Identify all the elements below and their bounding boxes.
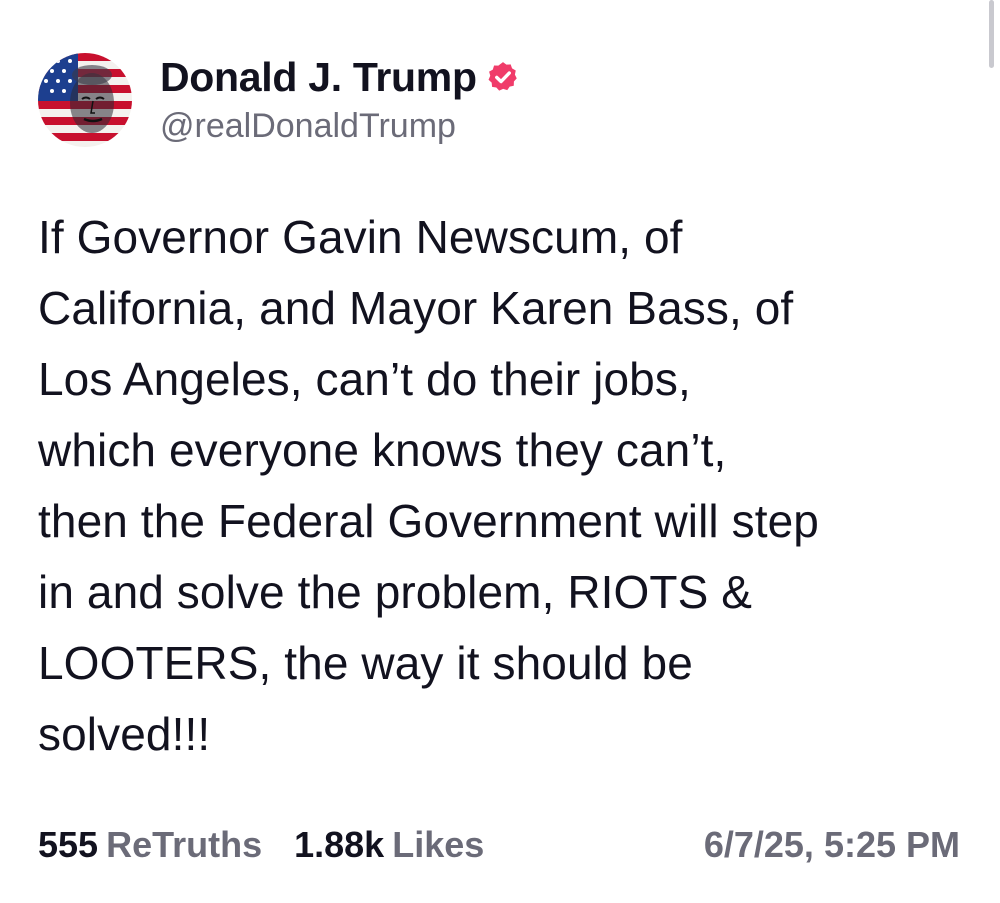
author-handle[interactable]: @realDonaldTrump — [160, 104, 520, 148]
retruths-label: ReTruths — [106, 824, 263, 865]
verified-badge-icon — [486, 60, 520, 94]
likes-stat[interactable]: 1.88k Likes — [294, 822, 484, 868]
likes-count: 1.88k — [294, 824, 385, 865]
post-stats: 555 ReTruths 1.88k Likes 6/7/25, 5:25 PM — [38, 822, 960, 868]
retruths-stat[interactable]: 555 ReTruths — [38, 822, 262, 868]
display-name[interactable]: Donald J. Trump — [160, 52, 477, 102]
retruths-count: 555 — [38, 824, 99, 865]
scrollbar[interactable] — [989, 0, 994, 68]
author-names: Donald J. Trump @realDonaldTrump — [160, 52, 520, 148]
likes-label: Likes — [392, 824, 485, 865]
post-text: If Governor Gavin Newscum, of California… — [38, 211, 819, 760]
avatar[interactable] — [38, 53, 132, 147]
flag-portrait-avatar-icon — [38, 53, 132, 147]
name-row: Donald J. Trump — [160, 52, 520, 102]
post-header: Donald J. Trump @realDonaldTrump — [38, 52, 520, 148]
post-timestamp: 6/7/25, 5:25 PM — [703, 824, 960, 865]
